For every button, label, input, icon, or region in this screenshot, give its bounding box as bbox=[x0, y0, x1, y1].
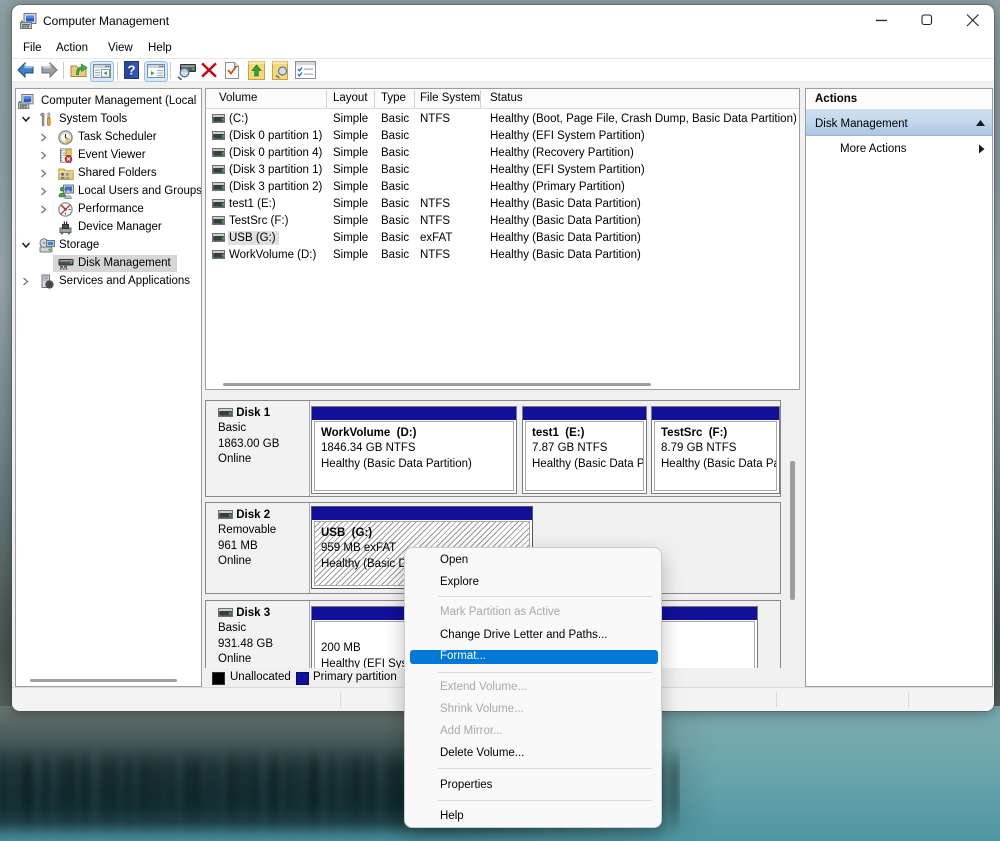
svg-text:?: ? bbox=[128, 62, 136, 77]
